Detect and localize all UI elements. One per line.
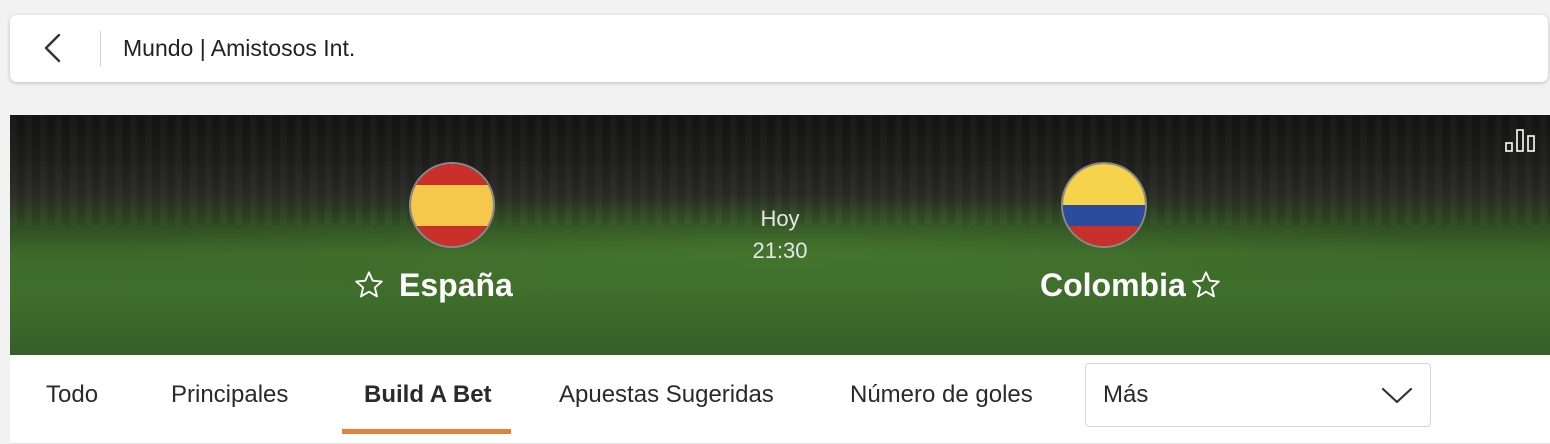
tab-todo[interactable]: Todo — [46, 355, 98, 435]
more-dropdown-label: Más — [1103, 381, 1149, 408]
tab-principales[interactable]: Principales — [171, 355, 288, 435]
star-outline-icon[interactable] — [353, 269, 385, 306]
more-dropdown[interactable]: Más — [1085, 363, 1431, 427]
match-day: Hoy — [760, 206, 800, 231]
colombia-flag — [1061, 162, 1147, 248]
breadcrumb[interactable]: Mundo | Amistosos Int. — [123, 15, 355, 82]
star-outline-icon[interactable] — [1190, 269, 1222, 306]
away-team-name: Colombia — [1040, 267, 1186, 303]
back-button[interactable] — [38, 31, 68, 65]
home-team-name: España — [399, 267, 513, 303]
tab-apuestas-sugeridas[interactable]: Apuestas Sugeridas — [559, 355, 774, 435]
match-hour: 21:30 — [752, 238, 808, 263]
tab-numero-de-goles[interactable]: Número de goles — [850, 355, 1033, 435]
active-tab-indicator — [342, 429, 511, 434]
bar-chart-icon[interactable] — [1504, 127, 1538, 158]
match-header: España Hoy 21:30 Colombia — [10, 115, 1550, 355]
chevron-left-icon — [38, 31, 68, 65]
match-time: Hoy 21:30 — [730, 203, 830, 267]
market-tabs: Todo Principales Build A Bet Apuestas Su… — [10, 355, 1550, 444]
spain-flag — [409, 162, 495, 248]
tab-build-a-bet[interactable]: Build A Bet — [364, 355, 492, 435]
chevron-down-icon — [1380, 382, 1414, 413]
divider — [100, 31, 101, 67]
top-bar: Mundo | Amistosos Int. — [10, 15, 1548, 82]
